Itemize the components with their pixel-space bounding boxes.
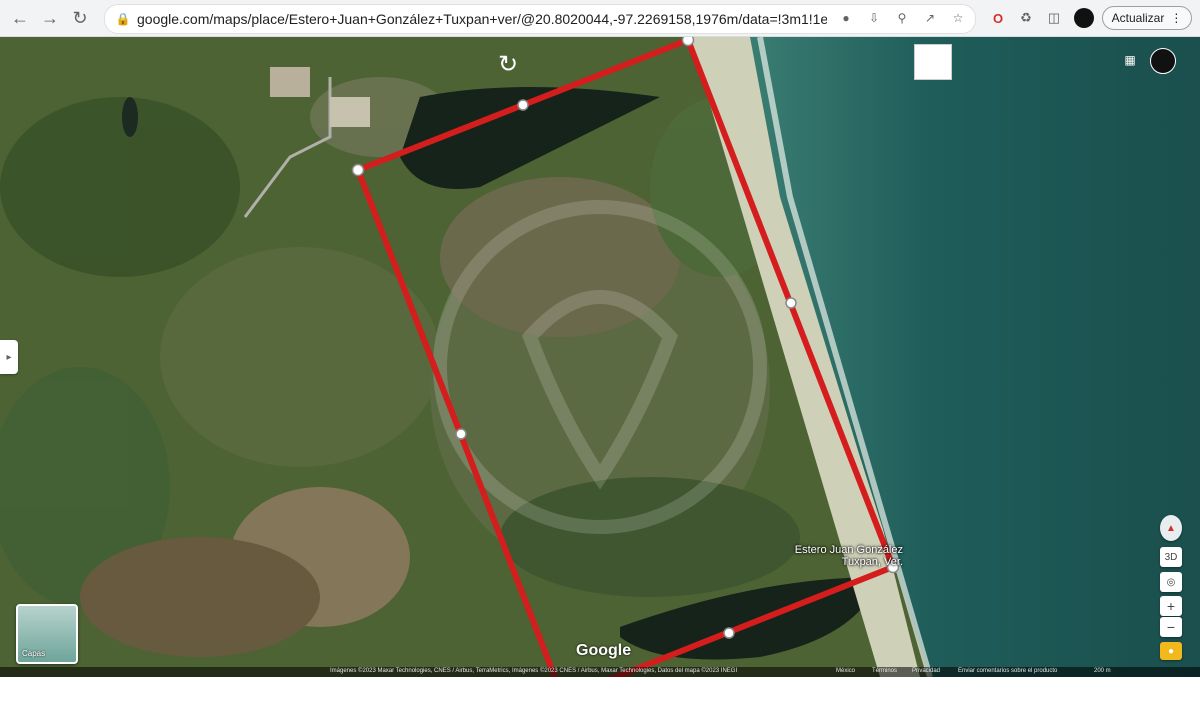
imagery-credit: Imágenes ©2023 Maxar Technologies, CNES … bbox=[330, 668, 738, 674]
account-avatar[interactable] bbox=[1150, 48, 1176, 74]
image-widget[interactable] bbox=[914, 44, 952, 80]
attribution-bar: Imágenes ©2023 Maxar Technologies, CNES … bbox=[0, 667, 1200, 677]
zoom-icon[interactable]: ⚲ bbox=[893, 9, 911, 27]
vertex-handle[interactable] bbox=[681, 37, 695, 47]
apps-grid-icon[interactable]: ▦ bbox=[1122, 52, 1138, 68]
back-icon[interactable]: ← bbox=[8, 6, 32, 30]
locate-icon[interactable]: ◎ bbox=[1160, 572, 1182, 592]
location-icon[interactable]: ● bbox=[837, 9, 855, 27]
midpoint-handle[interactable] bbox=[785, 297, 797, 309]
feedback-link[interactable]: Enviar comentarios sobre el producto bbox=[958, 668, 1057, 674]
browser-toolbar: ← → ↻ 🔒 google.com/maps/place/Estero+Jua… bbox=[0, 0, 1200, 37]
compass-icon[interactable]: ▲ bbox=[1160, 515, 1182, 541]
address-bar[interactable]: 🔒 google.com/maps/place/Estero+Juan+Gonz… bbox=[104, 4, 976, 34]
star-icon[interactable]: ☆ bbox=[949, 9, 967, 27]
layers-label: Capas bbox=[22, 649, 46, 658]
opera-icon[interactable]: O bbox=[986, 6, 1010, 30]
zoom-out-button[interactable]: − bbox=[1160, 617, 1182, 637]
terms-link[interactable]: Términos bbox=[872, 668, 897, 674]
reload-icon[interactable]: ↻ bbox=[68, 6, 92, 30]
place-label-line1: Estero Juan González bbox=[794, 544, 903, 556]
country-link[interactable]: México bbox=[836, 668, 855, 674]
vertex-handle[interactable] bbox=[351, 163, 365, 177]
place-label[interactable]: Estero Juan González Tuxpan, Ver. bbox=[773, 544, 903, 568]
3d-button[interactable]: 3D bbox=[1160, 547, 1182, 567]
forward-icon[interactable]: → bbox=[38, 6, 62, 30]
update-button[interactable]: Actualizar ⋮ bbox=[1102, 6, 1192, 30]
update-label: Actualizar bbox=[1111, 11, 1165, 25]
lock-icon[interactable]: 🔒 bbox=[115, 12, 131, 26]
scale-label: 200 m bbox=[1094, 668, 1111, 674]
property-outline bbox=[351, 37, 900, 677]
midpoint-handle[interactable] bbox=[455, 428, 467, 440]
install-icon[interactable]: ⇩ bbox=[865, 9, 883, 27]
pegman-icon[interactable]: ● bbox=[1160, 642, 1182, 660]
profile-icon[interactable] bbox=[1072, 6, 1096, 30]
share-icon[interactable]: ↗ bbox=[921, 9, 939, 27]
place-label-line2: Tuxpan, Ver. bbox=[841, 556, 903, 568]
privacy-link[interactable]: Privacidad bbox=[912, 668, 940, 674]
menu-kebab-icon[interactable]: ⋮ bbox=[1170, 11, 1182, 25]
puzzle-icon[interactable]: ♻ bbox=[1014, 6, 1038, 30]
midpoint-handle[interactable] bbox=[517, 99, 529, 111]
google-logo: Google bbox=[576, 642, 632, 659]
rotate-icon[interactable]: ↻ bbox=[494, 50, 522, 78]
midpoint-handle[interactable] bbox=[723, 627, 735, 639]
url-text[interactable]: google.com/maps/place/Estero+Juan+Gonzál… bbox=[137, 11, 827, 27]
satellite-map[interactable] bbox=[0, 37, 1200, 677]
zoom-in-button[interactable]: + bbox=[1160, 596, 1182, 616]
layers-button[interactable]: Capas bbox=[16, 604, 78, 664]
expand-panel-icon[interactable]: ▸ bbox=[0, 340, 18, 374]
sidebar-icon[interactable]: ◫ bbox=[1042, 6, 1066, 30]
